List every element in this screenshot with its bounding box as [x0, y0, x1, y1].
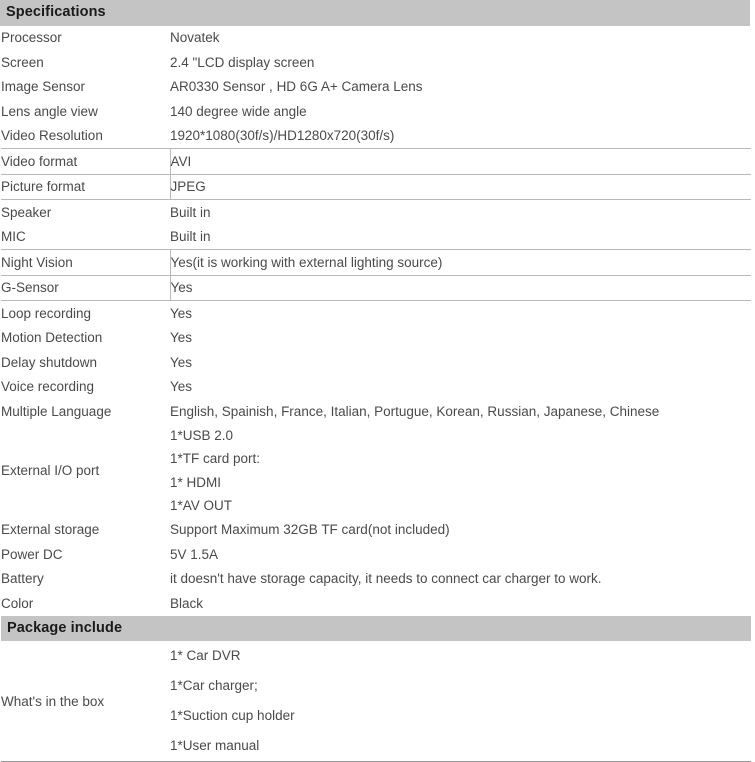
table-row: Color Black: [1, 591, 751, 616]
table-row: Motion Detection Yes: [1, 326, 751, 351]
spec-value: Yes: [170, 305, 193, 321]
spec-key: Motion Detection: [1, 330, 103, 346]
spec-value: 5V 1.5A: [170, 546, 219, 562]
table-row: Video format AVI: [1, 148, 751, 175]
spec-value: JPEG: [169, 173, 751, 200]
table-row: Processor Novatek: [1, 26, 751, 51]
table-row: Screen 2.4 "LCD display screen: [1, 50, 751, 75]
section-header-package-include: Package include: [1, 615, 751, 641]
spec-value-line: 1*TF card port:: [170, 451, 261, 466]
spec-key: Loop recording: [1, 305, 92, 321]
table-row: Delay shutdown Yes: [1, 350, 751, 375]
table-row: Video Resolution 1920*1080(30f/s)/HD1280…: [1, 124, 751, 149]
table-row: Voice recording Yes: [1, 375, 751, 400]
spec-key: Night Vision: [1, 249, 171, 276]
table-row: G-Sensor Yes: [1, 274, 751, 301]
spec-value: 2.4 "LCD display screen: [170, 54, 315, 70]
spec-key: Speaker: [1, 204, 52, 220]
spec-value: AR0330 Sensor , HD 6G A+ Camera Lens: [170, 79, 423, 95]
table-row: Night Vision Yes(it is working with exte…: [1, 249, 751, 276]
spec-value: Support Maximum 32GB TF card(not include…: [170, 522, 450, 538]
package-item: 1* Car DVR: [170, 648, 241, 663]
spec-value: Yes(it is working with external lighting…: [169, 249, 751, 276]
package-include-table: What's in the box 1* Car DVR 1*Car charg…: [1, 641, 751, 761]
spec-key: External I/O port: [1, 463, 100, 478]
spec-key: MIC: [1, 229, 26, 245]
spec-value: Black: [170, 595, 204, 611]
spec-value: Yes: [170, 330, 193, 346]
table-row: External I/O port 1*USB 2.0 1*TF card po…: [1, 424, 751, 518]
spec-key: Picture format: [1, 173, 171, 200]
package-include-table-body: What's in the box 1* Car DVR 1*Car charg…: [1, 641, 751, 761]
spec-key: Image Sensor: [1, 79, 86, 95]
table-row: Lens angle view 140 degree wide angle: [1, 99, 751, 124]
spec-value: 140 degree wide angle: [170, 103, 307, 119]
spec-key: Voice recording: [1, 379, 95, 395]
spec-key: External storage: [1, 522, 100, 538]
table-row: Battery it doesn't have storage capacity…: [1, 567, 751, 592]
spec-value: it doesn't have storage capacity, it nee…: [170, 571, 602, 587]
spec-key: G-Sensor: [1, 274, 171, 301]
spec-key: Power DC: [1, 546, 63, 562]
spec-value: 1920*1080(30f/s)/HD1280x720(30f/s): [170, 128, 395, 144]
spec-value-line: 1*USB 2.0: [170, 427, 234, 443]
spec-value: Yes: [169, 274, 751, 301]
package-item: 1*User manual: [170, 738, 260, 753]
spec-key: Delay shutdown: [1, 354, 98, 370]
spec-value: Novatek: [170, 30, 220, 46]
table-row: Speaker Built in: [1, 200, 751, 225]
table-row: Picture format JPEG: [1, 173, 751, 200]
spec-key: Multiple Language: [1, 403, 112, 419]
spec-key: Processor: [1, 30, 62, 46]
table-row: Multiple Language English, Spainish, Fra…: [1, 399, 751, 424]
specifications-table-body: Processor Novatek Screen 2.4 "LCD displa…: [1, 26, 751, 616]
package-item: 1*Suction cup holder: [170, 708, 295, 723]
spec-value: English, Spainish, France, Italian, Port…: [170, 403, 660, 419]
spec-key: Color: [1, 595, 34, 611]
spec-value: Yes: [170, 379, 193, 395]
package-item: 1*Car charger;: [170, 678, 258, 693]
spec-key: Screen: [1, 54, 44, 70]
table-row: External storage Support Maximum 32GB TF…: [1, 518, 751, 543]
spec-value: AVI: [169, 148, 751, 175]
table-row: What's in the box 1* Car DVR 1*Car charg…: [1, 641, 751, 761]
specifications-table: Processor Novatek Screen 2.4 "LCD displa…: [1, 26, 751, 616]
spec-key: Video Resolution: [1, 128, 103, 144]
section-header-specifications: Specifications: [0, 0, 750, 26]
package-contents-list: 1* Car DVR 1*Car charger; 1*Suction cup …: [170, 641, 751, 761]
spec-value: Built in: [170, 229, 211, 245]
spec-key: Lens angle view: [1, 103, 98, 119]
specification-sheet: Specifications Processor Novatek Screen …: [0, 0, 755, 762]
table-row: Loop recording Yes: [1, 301, 751, 326]
package-key: What's in the box: [1, 693, 105, 709]
spec-value-line: 1*AV OUT: [170, 498, 233, 513]
table-row: MIC Built in: [1, 225, 751, 250]
table-row: Power DC 5V 1.5A: [1, 542, 751, 567]
spec-value: Yes: [170, 354, 193, 370]
spec-value-line: 1* HDMI: [170, 474, 222, 490]
spec-value: Built in: [170, 204, 211, 220]
spec-key: Battery: [1, 571, 44, 587]
spec-key: Video format: [1, 148, 171, 175]
spec-value-list: 1*USB 2.0 1*TF card port: 1* HDMI 1*AV O…: [170, 424, 751, 518]
table-row: Image Sensor AR0330 Sensor , HD 6G A+ Ca…: [1, 75, 751, 100]
